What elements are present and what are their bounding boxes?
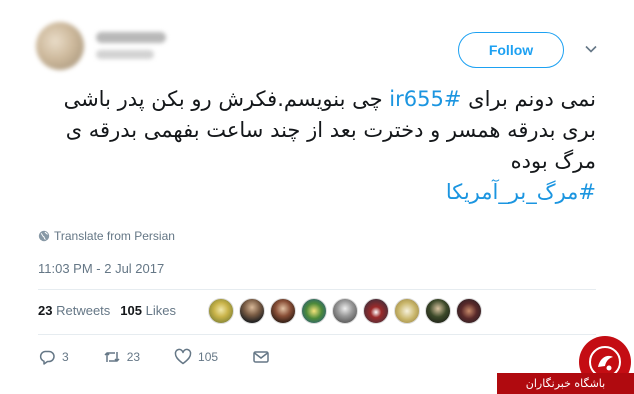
divider (38, 334, 596, 335)
tweet-text-segment: مرگ بوده (510, 149, 596, 173)
liker-avatar[interactable] (363, 298, 389, 324)
tweet-line: بری بدرقه همسر و دخترت بعد از چند ساعت ب… (26, 115, 596, 146)
tweet-line: نمی دونم برای #ir655 چی بنویسم.فکرش رو ب… (26, 84, 596, 115)
retweets-count: 23 (38, 303, 53, 318)
reply-count: 3 (62, 350, 69, 364)
tweet-text-segment: چی بنویسم.فکرش رو بکن پدر باشی (63, 87, 390, 111)
reply-button[interactable]: 3 (38, 348, 69, 366)
retweets-stat[interactable]: 23 Retweets (38, 303, 110, 318)
hashtag-link[interactable]: #مرگ_بر_آمریکا (446, 180, 596, 204)
watermark-banner: باشگاه خبرنگاران (497, 373, 634, 394)
globe-icon (38, 230, 50, 242)
user-handle-blurred[interactable] (96, 50, 154, 59)
likes-count: 105 (120, 303, 142, 318)
tweet-text-segment: بری بدرقه همسر و دخترت بعد از چند ساعت ب… (65, 118, 596, 142)
tweet-text: نمی دونم برای #ir655 چی بنویسم.فکرش رو ب… (26, 84, 596, 208)
tweet-card: Follow نمی دونم برای #ir655 چی بنویسم.فک… (0, 0, 634, 394)
reply-icon (39, 350, 55, 365)
action-bar: 3 23 105 (38, 348, 304, 366)
like-count: 105 (198, 350, 219, 364)
direct-message-button[interactable] (252, 348, 270, 366)
liker-avatar[interactable] (270, 298, 296, 324)
translate-link[interactable]: Translate from Persian (38, 229, 175, 243)
like-button[interactable]: 105 (174, 348, 218, 366)
liker-avatar[interactable] (456, 298, 482, 324)
liker-avatar[interactable] (301, 298, 327, 324)
avatar[interactable] (36, 22, 84, 70)
likers-avatars (208, 298, 482, 324)
envelope-icon (253, 351, 269, 363)
tweet-text-segment: نمی دونم برای (461, 87, 596, 111)
tweet-line: مرگ بوده (26, 146, 596, 177)
heart-icon (174, 348, 192, 365)
liker-avatar[interactable] (394, 298, 420, 324)
user-name-blurred[interactable] (96, 32, 166, 43)
likes-label: Likes (145, 303, 176, 318)
liker-avatar[interactable] (208, 298, 234, 324)
follow-button[interactable]: Follow (458, 32, 564, 68)
tweet-line: #مرگ_بر_آمریکا (26, 177, 596, 208)
retweets-label: Retweets (56, 303, 111, 318)
hashtag-link[interactable]: #ir655 (389, 87, 461, 111)
retweet-button[interactable]: 23 (103, 348, 140, 366)
liker-avatar[interactable] (332, 298, 358, 324)
liker-avatar[interactable] (239, 298, 265, 324)
chevron-down-icon[interactable] (584, 42, 598, 56)
liker-avatar[interactable] (425, 298, 451, 324)
timestamp[interactable]: 11:03 PM - 2 Jul 2017 (38, 261, 164, 276)
likes-stat[interactable]: 105 Likes (120, 303, 176, 318)
retweet-icon (104, 352, 120, 362)
divider (38, 289, 596, 290)
translate-label[interactable]: Translate from Persian (54, 229, 175, 243)
retweet-count: 23 (126, 350, 141, 364)
engagement-stats: 23 Retweets 105 Likes (38, 303, 176, 318)
